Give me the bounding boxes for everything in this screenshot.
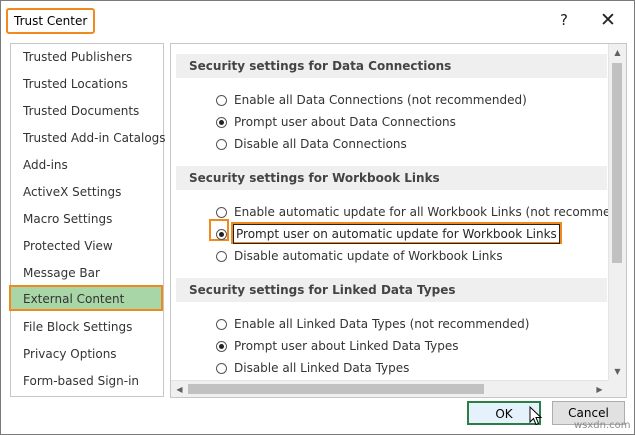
- watermark: wsxdn.com: [574, 420, 631, 431]
- sidebar-item-activex-settings[interactable]: ActiveX Settings: [11, 179, 163, 205]
- scroll-right-arrow-icon[interactable]: ▶: [591, 381, 608, 397]
- radio-enable-data-connections[interactable]: [216, 95, 227, 106]
- section-header-workbook-links: Security settings for Workbook Links: [176, 166, 607, 190]
- section-header-data-connections: Security settings for Data Connections: [176, 54, 607, 78]
- scroll-down-arrow-icon[interactable]: ▼: [609, 363, 626, 380]
- scroll-up-arrow-icon[interactable]: ▲: [609, 44, 626, 61]
- radio-prompt-data-connections[interactable]: [216, 117, 227, 128]
- sidebar-item-external-content[interactable]: External Content: [9, 285, 163, 311]
- close-button[interactable]: ✕: [596, 8, 620, 32]
- mouse-cursor-icon: [529, 406, 543, 426]
- radio-enable-workbook-links[interactable]: [216, 207, 227, 218]
- horizontal-scrollbar[interactable]: ◀ ▶: [171, 380, 608, 397]
- category-sidebar: Trusted Publishers Trusted Locations Tru…: [9, 43, 166, 397]
- radio-disable-data-connections[interactable]: [216, 139, 227, 150]
- option-label-enable-workbook-links[interactable]: Enable automatic update for all Workbook…: [234, 202, 626, 222]
- sidebar-item-add-ins[interactable]: Add-ins: [11, 152, 163, 178]
- radio-enable-linked-data-types[interactable]: [216, 319, 227, 330]
- radio-disable-workbook-links[interactable]: [216, 251, 227, 262]
- option-label-prompt-workbook-links[interactable]: Prompt user on automatic update for Work…: [233, 224, 560, 244]
- prompt-highlight-box: Prompt user on automatic update for Work…: [231, 222, 562, 244]
- option-label-prompt-linked-data-types[interactable]: Prompt user about Linked Data Types: [234, 336, 459, 356]
- radio-prompt-linked-data-types[interactable]: [216, 341, 227, 352]
- title-bar: Trust Center ? ✕: [1, 1, 634, 39]
- trust-center-dialog: Trust Center ? ✕ Trusted Publishers Trus…: [0, 0, 635, 435]
- option-label-enable-linked-data-types[interactable]: Enable all Linked Data Types (not recomm…: [234, 314, 529, 334]
- scrollbar-corner: [608, 380, 626, 397]
- sidebar-item-message-bar[interactable]: Message Bar: [11, 260, 163, 286]
- sidebar-item-trusted-locations[interactable]: Trusted Locations: [11, 71, 163, 97]
- vertical-scroll-thumb[interactable]: [612, 63, 622, 263]
- sidebar-item-trusted-publishers[interactable]: Trusted Publishers: [11, 44, 163, 70]
- option-label-disable-data-connections[interactable]: Disable all Data Connections: [234, 134, 407, 154]
- option-label-enable-data-connections[interactable]: Enable all Data Connections (not recomme…: [234, 90, 527, 110]
- dialog-title: Trust Center: [6, 8, 96, 34]
- option-label-prompt-data-connections[interactable]: Prompt user about Data Connections: [234, 112, 456, 132]
- sidebar-item-trusted-documents[interactable]: Trusted Documents: [11, 98, 163, 124]
- vertical-scrollbar[interactable]: ▲ ▼: [608, 44, 626, 382]
- help-button[interactable]: ?: [553, 9, 575, 31]
- sidebar-item-protected-view[interactable]: Protected View: [11, 233, 163, 259]
- sidebar-item-form-based-sign-in[interactable]: Form-based Sign-in: [11, 368, 163, 394]
- horizontal-scroll-thumb[interactable]: [188, 384, 484, 394]
- sidebar-item-macro-settings[interactable]: Macro Settings: [11, 206, 163, 232]
- radio-prompt-workbook-links[interactable]: [216, 229, 227, 240]
- option-label-disable-workbook-links[interactable]: Disable automatic update of Workbook Lin…: [234, 246, 503, 266]
- sidebar-item-file-block-settings[interactable]: File Block Settings: [11, 314, 163, 340]
- radio-disable-linked-data-types[interactable]: [216, 363, 227, 374]
- option-label-disable-linked-data-types[interactable]: Disable all Linked Data Types: [234, 358, 409, 378]
- sidebar-item-trusted-add-in-catalogs[interactable]: Trusted Add-in Catalogs: [11, 125, 166, 151]
- settings-panel: Security settings for Data Connections E…: [170, 43, 627, 398]
- scroll-left-arrow-icon[interactable]: ◀: [171, 381, 188, 397]
- section-header-linked-data-types: Security settings for Linked Data Types: [176, 278, 607, 302]
- sidebar-item-privacy-options[interactable]: Privacy Options: [11, 341, 163, 367]
